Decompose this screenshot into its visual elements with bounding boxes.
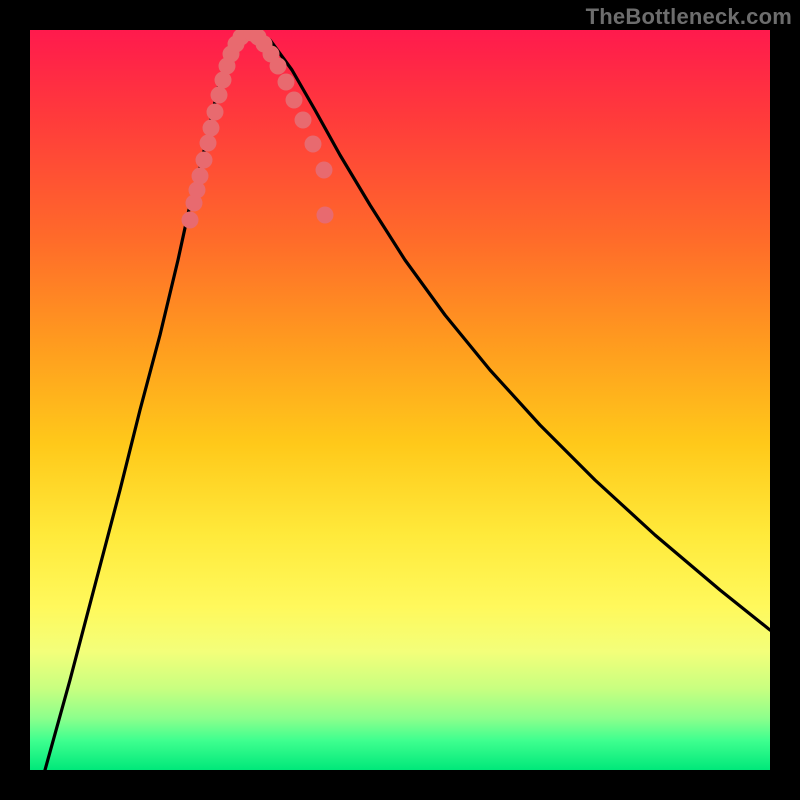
marker-dot bbox=[305, 136, 322, 153]
marker-dot bbox=[207, 104, 224, 121]
marker-dot bbox=[192, 168, 209, 185]
marker-dot bbox=[278, 74, 295, 91]
markers-outliers bbox=[317, 207, 334, 224]
bottleneck-curve bbox=[45, 32, 770, 770]
marker-dot bbox=[317, 207, 334, 224]
marker-dot bbox=[189, 182, 206, 199]
marker-dot bbox=[295, 112, 312, 129]
markers-left-cluster bbox=[182, 30, 255, 229]
marker-dot bbox=[316, 162, 333, 179]
chart-frame: TheBottleneck.com bbox=[0, 0, 800, 800]
chart-svg bbox=[30, 30, 770, 770]
marker-dot bbox=[270, 58, 287, 75]
watermark-text: TheBottleneck.com bbox=[586, 4, 792, 30]
curve-layer bbox=[45, 32, 770, 770]
marker-dot bbox=[203, 120, 220, 137]
marker-dot bbox=[200, 135, 217, 152]
markers-right-cluster bbox=[244, 30, 333, 179]
marker-dot bbox=[182, 212, 199, 229]
marker-dot bbox=[211, 87, 228, 104]
marker-dot bbox=[196, 152, 213, 169]
marker-dot bbox=[286, 92, 303, 109]
chart-plot-area bbox=[30, 30, 770, 770]
